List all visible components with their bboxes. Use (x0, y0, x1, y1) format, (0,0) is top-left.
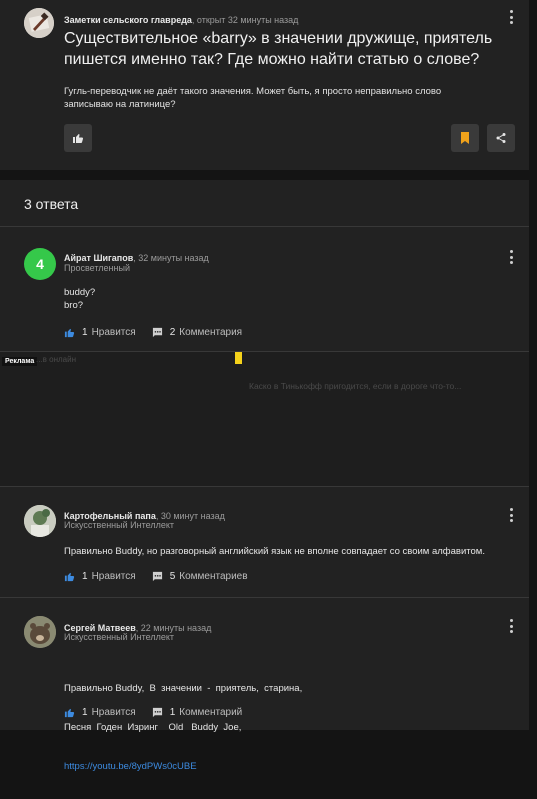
comments-button[interactable]: 1 Комментарий (152, 707, 243, 718)
avatar-letter: 4 (36, 256, 44, 272)
comment-icon (152, 571, 162, 582)
answer-item: Сергей Матвеев, 22 минуты назад Искусств… (0, 598, 529, 772)
author-rank: Искусственный Интеллект (64, 632, 174, 642)
comment-label: Комментариев (179, 571, 248, 582)
comments-button[interactable]: 2 Комментария (152, 327, 242, 338)
comment-count: 1 (169, 707, 176, 718)
answer-more-menu-icon[interactable] (507, 250, 515, 264)
like-answer-button[interactable]: 1 Нравится (64, 707, 136, 718)
like-count: 1 (82, 327, 88, 338)
like-answer-button[interactable]: 1 Нравится (64, 571, 136, 582)
page-gutter (529, 0, 537, 730)
like-answer-button[interactable]: 1 Нравится (64, 327, 136, 338)
comments-button[interactable]: 5 Комментариев (152, 571, 248, 582)
answer-author-avatar[interactable] (24, 505, 56, 537)
share-icon (496, 133, 506, 143)
like-label: Нравится (91, 571, 136, 582)
like-label: Нравится (91, 327, 136, 338)
comment-icon (152, 707, 162, 718)
answer-item: Картофельный папа, 30 минут назад Искусс… (0, 487, 529, 597)
ad-badge: Реклама (2, 357, 38, 366)
question-body: Гугль-переводчик не даёт такого значения… (64, 86, 442, 110)
answers-card: 3 ответа 4 Айрат Шигапов, 32 минуты наза… (0, 180, 529, 772)
author-rank: Искусственный Интеллект (64, 520, 174, 530)
bookmark-icon (461, 132, 469, 144)
answer-author-avatar[interactable]: 4 (24, 248, 56, 280)
question-author-name[interactable]: Заметки сельского главреда (64, 15, 192, 25)
ad-block[interactable]: Реклама ...в онлайн Каско в Тинькофф при… (0, 352, 529, 486)
question-card: Заметки сельского главреда, открыт 32 ми… (0, 0, 529, 170)
comment-count: 2 (169, 327, 176, 338)
question-more-menu-icon[interactable] (507, 10, 515, 24)
answer-author-avatar[interactable] (24, 616, 56, 648)
question-title: Существительное «barry» в значении дружи… (64, 30, 493, 68)
comment-label: Комментария (179, 327, 243, 338)
comment-label: Комментарий (179, 707, 243, 718)
youtube-link[interactable]: https://youtu.be/8ydPWs0cUBE (64, 760, 514, 773)
bookmark-button[interactable] (451, 124, 479, 152)
answer-time: , 32 минуты назад (133, 253, 209, 263)
ad-marker (235, 352, 242, 364)
like-count: 1 (82, 707, 88, 718)
comment-icon (152, 327, 162, 338)
ad-faint-text: Каско в Тинькофф пригодится, если в доро… (249, 381, 462, 391)
answers-count-header: 3 ответа (24, 196, 79, 212)
like-question-button[interactable] (64, 124, 92, 152)
thumbs-up-icon (64, 328, 75, 338)
comment-count: 5 (169, 571, 176, 582)
answer-more-menu-icon[interactable] (507, 619, 515, 633)
thumbs-up-icon (73, 134, 84, 143)
like-label: Нравится (91, 707, 136, 718)
author-rank: Просветленный (64, 263, 130, 273)
like-count: 1 (82, 571, 88, 582)
thumbs-up-icon (64, 708, 75, 718)
answer-item: 4 Айрат Шигапов, 32 минуты назад Просвет… (0, 226, 529, 351)
answer-text: Правильно Buddy, но разговорный английск… (64, 546, 485, 557)
answer-line: bro? (64, 300, 84, 311)
share-button[interactable] (487, 124, 515, 152)
question-meta: , открыт 32 минуты назад (191, 15, 299, 25)
answer-line: Правильно Buddy, В значении - приятель, … (64, 683, 303, 694)
answer-author-name[interactable]: Айрат Шигапов (64, 253, 133, 263)
answer-line: buddy? (64, 287, 96, 298)
answer-more-menu-icon[interactable] (507, 508, 515, 522)
ad-faint-text-left: ...в онлайн (36, 355, 77, 364)
thumbs-up-icon (64, 572, 75, 582)
answer-line: Песня Годен Изринг Old Buddy Joe, (64, 722, 242, 733)
question-author-avatar[interactable] (24, 8, 54, 38)
